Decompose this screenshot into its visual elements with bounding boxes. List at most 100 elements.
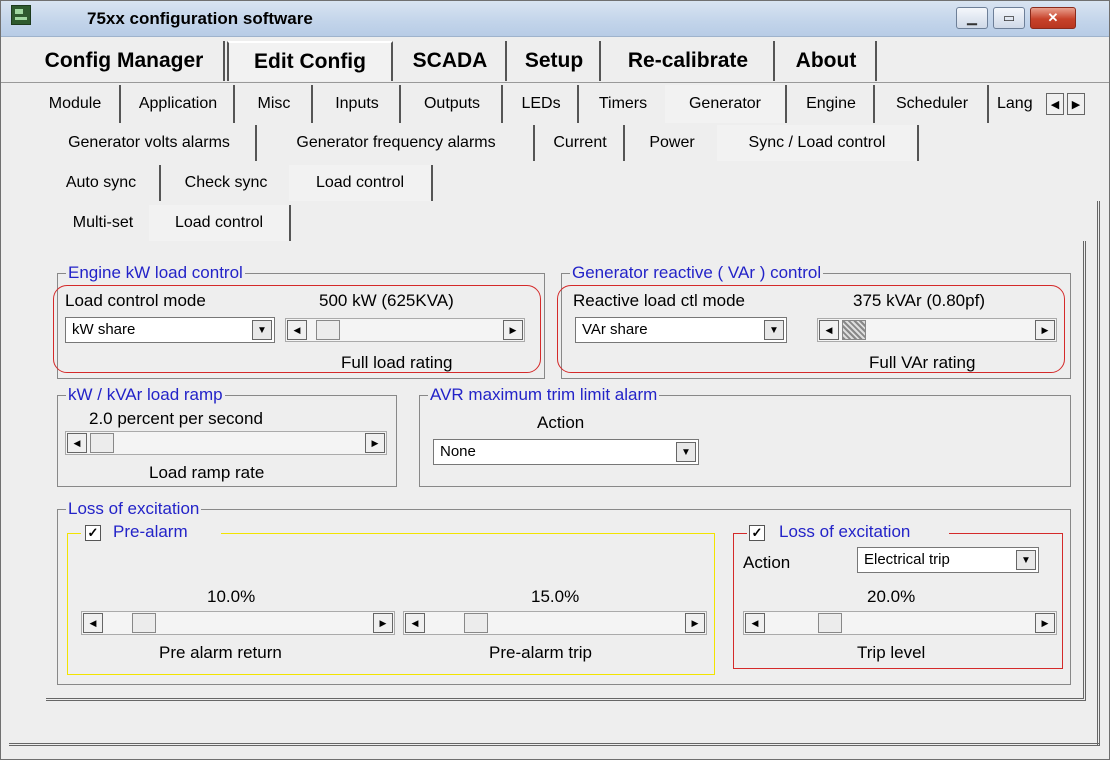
tab-sync-load-control[interactable]: Sync / Load control bbox=[717, 125, 919, 161]
select-value: None bbox=[440, 443, 476, 460]
dropdown-arrow-icon[interactable]: ▼ bbox=[252, 320, 272, 340]
loss-action-label: Action bbox=[743, 553, 791, 572]
load-ramp-caption: Load ramp rate bbox=[149, 463, 265, 482]
tab-edit-config[interactable]: Edit Config bbox=[227, 41, 393, 81]
close-button[interactable]: ✕ bbox=[1030, 7, 1076, 29]
tab-load-control[interactable]: Load control bbox=[149, 205, 291, 241]
select-value: Electrical trip bbox=[864, 551, 950, 568]
trip-level-caption: Trip level bbox=[857, 643, 926, 662]
sync-tab-bar: Auto sync Check sync Load control bbox=[1, 165, 1109, 201]
frame-edge bbox=[733, 533, 747, 534]
slider-right-button[interactable]: ▶ bbox=[503, 320, 523, 340]
select-value: VAr share bbox=[582, 321, 648, 338]
tab-power[interactable]: Power bbox=[627, 125, 717, 161]
slider-thumb[interactable] bbox=[842, 320, 866, 340]
full-var-rating-slider[interactable]: ◀ ▶ bbox=[817, 318, 1057, 342]
slider-thumb[interactable] bbox=[132, 613, 156, 633]
pre-alarm-checkbox[interactable]: ✓ bbox=[85, 525, 101, 541]
slider-right-button[interactable]: ▶ bbox=[685, 613, 705, 633]
slider-thumb[interactable] bbox=[316, 320, 340, 340]
full-load-rating-value: 500 kW (625KVA) bbox=[319, 291, 454, 310]
tab-setup[interactable]: Setup bbox=[509, 41, 601, 81]
tab-check-sync[interactable]: Check sync bbox=[163, 165, 289, 201]
tab-about[interactable]: About bbox=[777, 41, 877, 81]
pre-alarm-return-value: 10.0% bbox=[207, 587, 256, 606]
tab-scroll-left-button[interactable]: ◀ bbox=[1046, 93, 1064, 115]
tab-generator-volts-alarms[interactable]: Generator volts alarms bbox=[43, 125, 257, 161]
full-var-rating-caption: Full VAr rating bbox=[869, 353, 976, 372]
tab-inputs[interactable]: Inputs bbox=[315, 85, 401, 123]
tab-multi-set[interactable]: Multi-set bbox=[57, 205, 149, 241]
pre-alarm-return-slider[interactable]: ◀ ▶ bbox=[81, 611, 395, 635]
edit-config-tab-bar: Module Application Misc Inputs Outputs L… bbox=[1, 85, 1109, 123]
frame-edge bbox=[221, 533, 715, 534]
tab-scroll-right-button[interactable]: ▶ bbox=[1067, 93, 1085, 115]
slider-right-button[interactable]: ▶ bbox=[1035, 320, 1055, 340]
tab-scheduler[interactable]: Scheduler bbox=[877, 85, 989, 123]
triangle-left-icon: ◀ bbox=[1050, 98, 1060, 111]
full-load-rating-slider[interactable]: ◀ ▶ bbox=[285, 318, 525, 342]
slider-right-button[interactable]: ▶ bbox=[365, 433, 385, 453]
trip-level-value: 20.0% bbox=[867, 587, 916, 606]
slider-left-button[interactable]: ◀ bbox=[67, 433, 87, 453]
pre-alarm-trip-slider[interactable]: ◀ ▶ bbox=[403, 611, 707, 635]
frame-edge bbox=[1097, 201, 1103, 746]
slider-left-button[interactable]: ◀ bbox=[745, 613, 765, 633]
maximize-button[interactable]: ▭ bbox=[993, 7, 1025, 29]
trip-level-slider[interactable]: ◀ ▶ bbox=[743, 611, 1057, 635]
generator-tab-bar: Generator volts alarms Generator frequen… bbox=[1, 125, 1109, 163]
tab-lang[interactable]: Lang bbox=[991, 85, 1041, 123]
frame-edge bbox=[949, 533, 1063, 534]
avr-action-label: Action bbox=[537, 413, 585, 432]
slider-left-button[interactable]: ◀ bbox=[405, 613, 425, 633]
close-icon: ✕ bbox=[1047, 10, 1059, 25]
maximize-icon: ▭ bbox=[1002, 10, 1016, 25]
load-ramp-slider[interactable]: ◀ ▶ bbox=[65, 431, 387, 455]
tab-engine[interactable]: Engine bbox=[789, 85, 875, 123]
slider-thumb[interactable] bbox=[818, 613, 842, 633]
reactive-load-ctl-mode-select[interactable]: VAr share ▼ bbox=[575, 317, 787, 343]
tab-auto-sync[interactable]: Auto sync bbox=[43, 165, 161, 201]
title-bar: 75xx configuration software ▁ ▭ ✕ bbox=[1, 1, 1109, 37]
tab-application[interactable]: Application bbox=[123, 85, 235, 123]
tab-scada[interactable]: SCADA bbox=[395, 41, 507, 81]
tab-generator-frequency-alarms[interactable]: Generator frequency alarms bbox=[259, 125, 535, 161]
tab-generator[interactable]: Generator bbox=[665, 85, 787, 123]
tab-re-calibrate[interactable]: Re-calibrate bbox=[603, 41, 775, 81]
tab-outputs[interactable]: Outputs bbox=[403, 85, 503, 123]
slider-left-button[interactable]: ◀ bbox=[83, 613, 103, 633]
group-title: kW / kVAr load ramp bbox=[66, 385, 225, 405]
tab-config-manager[interactable]: Config Manager bbox=[25, 41, 225, 81]
loss-of-excitation-checkbox[interactable]: ✓ bbox=[749, 525, 765, 541]
slider-thumb[interactable] bbox=[90, 433, 114, 453]
slider-thumb[interactable] bbox=[464, 613, 488, 633]
tab-leds[interactable]: LEDs bbox=[505, 85, 579, 123]
load-control-mode-select[interactable]: kW share ▼ bbox=[65, 317, 275, 343]
tab-misc[interactable]: Misc bbox=[237, 85, 313, 123]
full-var-rating-value: 375 kVAr (0.80pf) bbox=[853, 291, 985, 310]
slider-right-button[interactable]: ▶ bbox=[373, 613, 393, 633]
app-icon bbox=[11, 5, 31, 25]
full-load-rating-caption: Full load rating bbox=[341, 353, 453, 372]
pre-alarm-return-caption: Pre alarm return bbox=[159, 643, 282, 662]
tab-current[interactable]: Current bbox=[537, 125, 625, 161]
slider-left-button[interactable]: ◀ bbox=[819, 320, 839, 340]
dropdown-arrow-icon[interactable]: ▼ bbox=[676, 442, 696, 462]
reactive-load-ctl-mode-label: Reactive load ctl mode bbox=[573, 291, 745, 310]
group-title: Loss of excitation bbox=[66, 499, 202, 519]
slider-left-button[interactable]: ◀ bbox=[287, 320, 307, 340]
pre-alarm-trip-value: 15.0% bbox=[531, 587, 580, 606]
tab-load-control-sync[interactable]: Load control bbox=[289, 165, 433, 201]
tab-timers[interactable]: Timers bbox=[581, 85, 665, 123]
window-title: 75xx configuration software bbox=[87, 9, 313, 28]
dropdown-arrow-icon[interactable]: ▼ bbox=[764, 320, 784, 340]
tab-module[interactable]: Module bbox=[31, 85, 121, 123]
avr-action-select[interactable]: None ▼ bbox=[433, 439, 699, 465]
frame-edge bbox=[9, 743, 1099, 747]
triangle-right-icon: ▶ bbox=[1071, 98, 1081, 111]
loss-action-select[interactable]: Electrical trip ▼ bbox=[857, 547, 1039, 573]
minimize-button[interactable]: ▁ bbox=[956, 7, 988, 29]
group-title: AVR maximum trim limit alarm bbox=[428, 385, 660, 405]
slider-right-button[interactable]: ▶ bbox=[1035, 613, 1055, 633]
dropdown-arrow-icon[interactable]: ▼ bbox=[1016, 550, 1036, 570]
